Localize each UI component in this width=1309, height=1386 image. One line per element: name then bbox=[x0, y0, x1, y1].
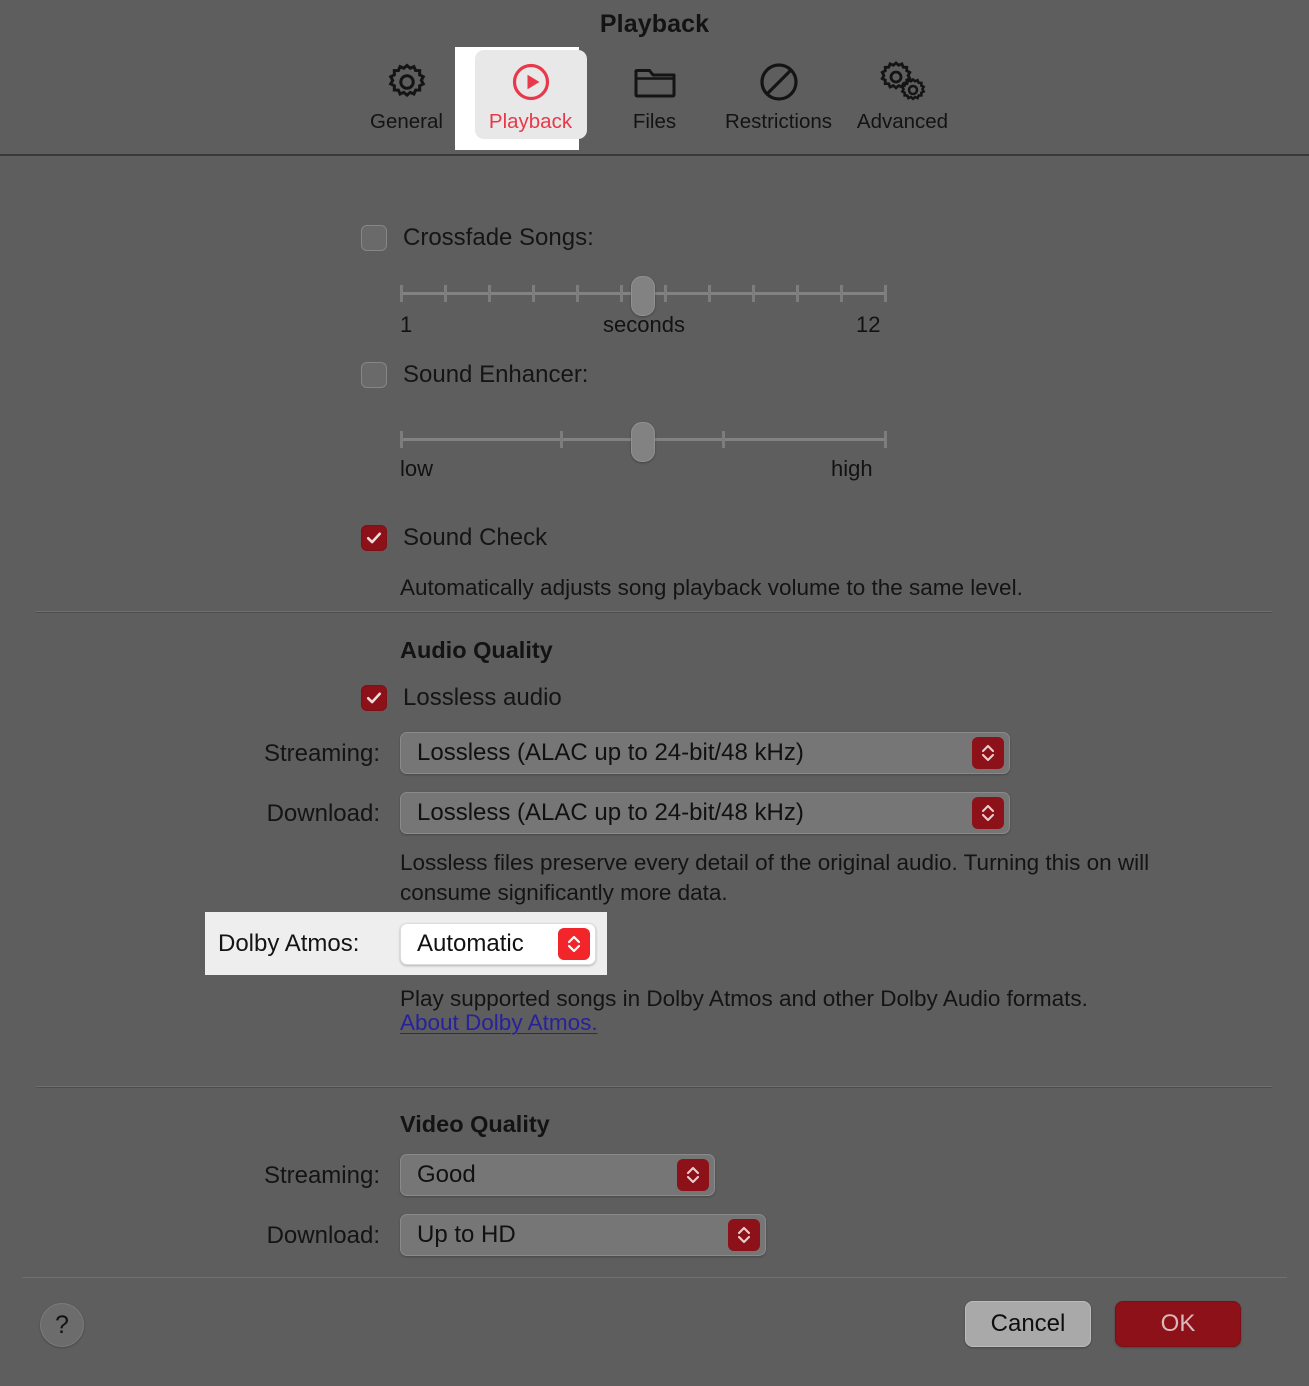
window-titlebar: Playback General Playback Files Restrict… bbox=[0, 0, 1309, 155]
crossfade-songs-label: Crossfade Songs: bbox=[403, 224, 594, 251]
gear-icon bbox=[384, 58, 430, 106]
slider-tick bbox=[664, 285, 667, 302]
gears-icon bbox=[877, 58, 929, 106]
tab-restrictions-label: Restrictions bbox=[724, 110, 833, 133]
slider-tick bbox=[444, 285, 447, 302]
section-divider-audio bbox=[36, 611, 1272, 613]
slider-tick bbox=[884, 431, 887, 448]
slider-tick bbox=[722, 431, 725, 448]
slider-tick bbox=[400, 431, 403, 448]
slider-tick bbox=[884, 285, 887, 302]
lossless-description: Lossless files preserve every detail of … bbox=[400, 850, 1150, 905]
preferences-content: Crossfade Songs: 1 seconds 12 Sound Enha… bbox=[0, 156, 1309, 1278]
ok-button[interactable]: OK bbox=[1115, 1301, 1241, 1347]
sound-check-label: Sound Check bbox=[403, 524, 548, 551]
crossfade-slider[interactable] bbox=[400, 273, 887, 316]
preferences-window: Playback General Playback Files Restrict… bbox=[0, 0, 1309, 1386]
crossfade-slider-thumb[interactable] bbox=[631, 276, 655, 316]
slider-tick bbox=[620, 285, 623, 302]
tab-restrictions[interactable]: Restrictions bbox=[717, 50, 841, 139]
audio-streaming-value: Lossless (ALAC up to 24-bit/48 kHz) bbox=[417, 739, 804, 766]
audio-quality-heading: Audio Quality bbox=[400, 637, 553, 663]
no-entry-icon bbox=[755, 58, 803, 106]
audio-streaming-label: Streaming: bbox=[263, 740, 380, 767]
audio-download-popup[interactable]: Lossless (ALAC up to 24-bit/48 kHz) bbox=[400, 792, 1010, 834]
crossfade-unit-label: seconds bbox=[603, 312, 685, 337]
sound-enhancer-min-label: low bbox=[400, 456, 434, 481]
chevron-updown-icon[interactable] bbox=[728, 1219, 760, 1251]
sound-enhancer-checkbox[interactable] bbox=[361, 362, 387, 388]
about-dolby-atmos-link[interactable]: About Dolby Atmos. bbox=[400, 1010, 598, 1036]
folder-icon bbox=[631, 58, 679, 106]
window-title: Playback bbox=[599, 10, 710, 38]
crossfade-max-label: 12 bbox=[856, 312, 881, 337]
slider-tick bbox=[488, 285, 491, 302]
tab-general[interactable]: General bbox=[345, 50, 469, 139]
sound-enhancer-row[interactable]: Sound Enhancer: bbox=[361, 361, 588, 389]
slider-tick bbox=[576, 285, 579, 302]
slider-tick bbox=[532, 285, 535, 302]
slider-tick bbox=[840, 285, 843, 302]
dialog-footer: ? Cancel OK bbox=[0, 1279, 1309, 1386]
chevron-updown-icon[interactable] bbox=[677, 1159, 709, 1191]
video-download-value: Up to HD bbox=[417, 1221, 516, 1248]
audio-download-label: Download: bbox=[266, 800, 380, 827]
sound-check-checkbox[interactable] bbox=[361, 525, 387, 551]
video-quality-heading: Video Quality bbox=[400, 1111, 550, 1137]
video-download-popup[interactable]: Up to HD bbox=[400, 1214, 766, 1256]
chevron-updown-icon[interactable] bbox=[972, 737, 1004, 769]
slider-tick bbox=[796, 285, 799, 302]
tab-advanced[interactable]: Advanced bbox=[841, 50, 965, 139]
sound-enhancer-slider[interactable] bbox=[400, 419, 887, 462]
crossfade-songs-row[interactable]: Crossfade Songs: bbox=[361, 224, 594, 252]
footer-divider bbox=[22, 1277, 1287, 1278]
sound-enhancer-max-label: high bbox=[831, 456, 873, 481]
video-streaming-value: Good bbox=[417, 1161, 476, 1188]
lossless-audio-checkbox[interactable] bbox=[361, 685, 387, 711]
tab-playback[interactable]: Playback bbox=[474, 50, 587, 139]
crossfade-songs-checkbox[interactable] bbox=[361, 225, 387, 251]
audio-streaming-popup[interactable]: Lossless (ALAC up to 24-bit/48 kHz) bbox=[400, 732, 1010, 774]
slider-tick bbox=[400, 285, 403, 302]
video-streaming-label: Streaming: bbox=[263, 1162, 380, 1189]
help-button[interactable]: ? bbox=[40, 1303, 84, 1347]
sound-enhancer-slider-thumb[interactable] bbox=[631, 422, 655, 462]
crossfade-min-label: 1 bbox=[400, 312, 413, 337]
tab-playback-label: Playback bbox=[488, 110, 573, 133]
dolby-atmos-label: Dolby Atmos: bbox=[218, 930, 360, 957]
chevron-updown-icon[interactable] bbox=[972, 797, 1004, 829]
sound-enhancer-label: Sound Enhancer: bbox=[403, 361, 589, 388]
slider-tick bbox=[708, 285, 711, 302]
lossless-audio-row[interactable]: Lossless audio bbox=[361, 684, 562, 712]
dolby-atmos-popup[interactable]: Automatic bbox=[400, 923, 596, 965]
sound-check-description: Automatically adjusts song playback volu… bbox=[400, 575, 1023, 600]
dolby-atmos-value: Automatic bbox=[417, 930, 524, 957]
sound-check-row[interactable]: Sound Check bbox=[361, 524, 547, 552]
play-circle-icon bbox=[507, 58, 555, 106]
slider-tick bbox=[560, 431, 563, 448]
chevron-updown-icon[interactable] bbox=[558, 928, 590, 960]
audio-download-value: Lossless (ALAC up to 24-bit/48 kHz) bbox=[417, 799, 804, 826]
tab-files-label: Files bbox=[632, 110, 677, 133]
tab-files[interactable]: Files bbox=[593, 50, 717, 139]
preferences-toolbar: General Playback Files Restrictions Adva… bbox=[0, 50, 1309, 139]
cancel-button[interactable]: Cancel bbox=[965, 1301, 1091, 1347]
tab-general-label: General bbox=[370, 110, 443, 133]
tab-advanced-label: Advanced bbox=[856, 110, 949, 133]
section-divider-video bbox=[36, 1086, 1272, 1088]
slider-tick bbox=[752, 285, 755, 302]
lossless-audio-label: Lossless audio bbox=[403, 684, 562, 711]
video-streaming-popup[interactable]: Good bbox=[400, 1154, 715, 1196]
video-download-label: Download: bbox=[266, 1222, 380, 1249]
